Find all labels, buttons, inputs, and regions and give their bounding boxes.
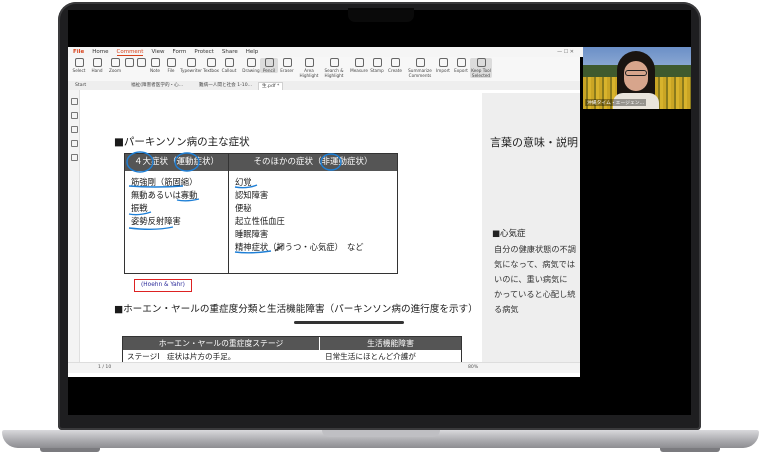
tool-pencil[interactable]: Pencil bbox=[260, 58, 278, 73]
page-indicator[interactable]: 1 / 10 bbox=[98, 365, 111, 370]
participant-name-label: 沖縄タイム・エージェン... bbox=[585, 99, 647, 106]
menu-file[interactable]: File bbox=[73, 49, 84, 55]
tab-start[interactable]: Start bbox=[72, 82, 89, 89]
note-icon bbox=[150, 58, 160, 67]
keep-tool-icon bbox=[476, 58, 486, 67]
tool-area-highlight[interactable]: Area Highlight bbox=[298, 58, 320, 78]
severity-table: ホーエン・ヤールの重症度ステージ 生活機能障害 ステージⅠ 症状は片方の手足。 … bbox=[122, 336, 462, 362]
glossary-line: 気になって、病気では bbox=[494, 259, 576, 269]
horizontal-scrollbar[interactable] bbox=[294, 321, 404, 324]
layers-icon[interactable] bbox=[71, 154, 78, 161]
tool-search-highlight[interactable]: Search & Highlight bbox=[322, 58, 346, 78]
drawing-icon bbox=[246, 58, 256, 67]
tool-textbox[interactable]: Textbox bbox=[202, 58, 220, 73]
bookmark-icon[interactable] bbox=[71, 98, 78, 105]
tool-typewriter[interactable]: Typewriter bbox=[180, 58, 202, 73]
glossary-line: いのに、重い病気に bbox=[494, 274, 568, 284]
menu-home[interactable]: Home bbox=[92, 49, 108, 55]
screen-bottom-area bbox=[68, 377, 691, 415]
adjacent-page: 言葉の意味・説明 ■心気症 自分の健康状態の不調 気になって、病気では いのに、… bbox=[482, 93, 580, 362]
select-icon bbox=[74, 58, 84, 67]
eraser-icon bbox=[282, 58, 292, 67]
measure-icon bbox=[354, 58, 364, 67]
tool-measure[interactable]: Measure bbox=[350, 58, 368, 73]
tool-eraser[interactable]: Eraser bbox=[278, 58, 296, 73]
tool-drawing[interactable]: Drawing bbox=[242, 58, 260, 73]
file-icon bbox=[166, 58, 176, 67]
symptoms-table: ４大症状（運動症状） そのほかの症状（非運動症状） 筋強剛（筋固縮） 無動あるい… bbox=[124, 151, 398, 274]
tool-export[interactable]: Export bbox=[452, 58, 470, 73]
tab-doc-2[interactable]: 難病一人間と社会 1-10... bbox=[196, 82, 255, 89]
menu-view[interactable]: View bbox=[151, 49, 164, 55]
tool-create[interactable]: Create bbox=[386, 58, 404, 73]
window-controls[interactable]: — ☐ ✕ bbox=[557, 49, 574, 55]
camera-notch bbox=[348, 8, 414, 22]
webcam-video-tile: 沖縄タイム・エージェン... bbox=[583, 47, 691, 109]
glossary-line: 自分の健康状態の不調 bbox=[494, 244, 576, 254]
import-icon bbox=[438, 58, 448, 67]
menu-share[interactable]: Share bbox=[222, 49, 238, 55]
tab-doc-1[interactable]: 福祉(障害者医学的・心... bbox=[128, 82, 186, 89]
highlight-icon bbox=[136, 58, 146, 67]
export-icon bbox=[456, 58, 466, 67]
pencil-icon bbox=[264, 58, 274, 67]
glossary-title: 言葉の意味・説明 bbox=[490, 136, 578, 149]
laptop-opening-notch bbox=[322, 430, 440, 437]
menu-bar: File Home Comment View Form Protect Shar… bbox=[68, 47, 585, 57]
tool-file[interactable]: File bbox=[162, 58, 180, 73]
tool-stamp[interactable]: Stamp bbox=[368, 58, 386, 73]
textbox-icon bbox=[206, 58, 216, 67]
tab-doc-current[interactable]: 生.pdf * bbox=[258, 82, 284, 90]
tool-hand[interactable]: Hand bbox=[88, 58, 106, 73]
zoom-level[interactable]: 80% bbox=[468, 365, 478, 370]
area-highlight-icon bbox=[304, 58, 314, 67]
zoom-icon bbox=[110, 58, 120, 67]
hand-icon bbox=[92, 58, 102, 67]
hoehn-yahr-annotation[interactable]: (Hoehn & Yahr) bbox=[134, 279, 192, 292]
pen-annotations bbox=[126, 151, 342, 254]
tool-summarize-comments[interactable]: Summarize Comments bbox=[408, 58, 432, 78]
tool-select[interactable]: Select bbox=[70, 58, 88, 73]
tool-callout[interactable]: Callout bbox=[220, 58, 238, 73]
search-highlight-icon bbox=[329, 58, 339, 67]
stage-cell: ステージⅠ 症状は片方の手足。 bbox=[127, 352, 236, 361]
typewriter-icon bbox=[186, 58, 196, 67]
callout-icon bbox=[224, 58, 234, 67]
glossary-line: かっていると心配し続 bbox=[494, 289, 576, 299]
glossary-subheading: ■心気症 bbox=[492, 229, 526, 239]
tool-keep-selected[interactable]: Keep Tool Selected bbox=[470, 58, 492, 78]
pdf-editor-window: File Home Comment View Form Protect Shar… bbox=[68, 47, 585, 377]
menu-protect[interactable]: Protect bbox=[194, 49, 213, 55]
attachment-icon[interactable] bbox=[71, 140, 78, 147]
pages-icon[interactable] bbox=[71, 112, 78, 119]
tool-import[interactable]: Import bbox=[434, 58, 452, 73]
participant-face bbox=[624, 61, 648, 91]
status-bar: 1 / 10 80% bbox=[68, 362, 580, 373]
menu-form[interactable]: Form bbox=[173, 49, 187, 55]
stamp-icon bbox=[372, 58, 382, 67]
summarize-icon bbox=[415, 58, 425, 67]
laptop-foot-left bbox=[40, 448, 100, 452]
laptop-foot-right bbox=[660, 448, 720, 452]
glossary-line: る病気 bbox=[494, 304, 519, 314]
create-icon bbox=[390, 58, 400, 67]
participant-glasses bbox=[625, 70, 647, 76]
table2-header-stage: ホーエン・ヤールの重症度ステージ bbox=[123, 337, 319, 350]
function-cell: 日常生活にほとんど介護が bbox=[325, 352, 416, 361]
section-heading-symptoms: ■パーキンソン病の主な症状 bbox=[114, 136, 250, 148]
menu-comment[interactable]: Comment bbox=[116, 49, 144, 56]
section-heading-hoehn-yahr: ■ホーエン・ヤールの重症度分類と生活機能障害（パーキンソン病の進行度を示す） bbox=[114, 304, 478, 315]
menu-help[interactable]: Help bbox=[246, 49, 259, 55]
table2-header-function: 生活機能障害 bbox=[320, 337, 461, 350]
left-side-panel bbox=[68, 90, 80, 362]
comment-ribbon: Select Hand Zoom Note File Typewriter Te… bbox=[68, 57, 580, 82]
comments-icon[interactable] bbox=[71, 126, 78, 133]
laptop-screen: File Home Comment View Form Protect Shar… bbox=[68, 10, 691, 415]
